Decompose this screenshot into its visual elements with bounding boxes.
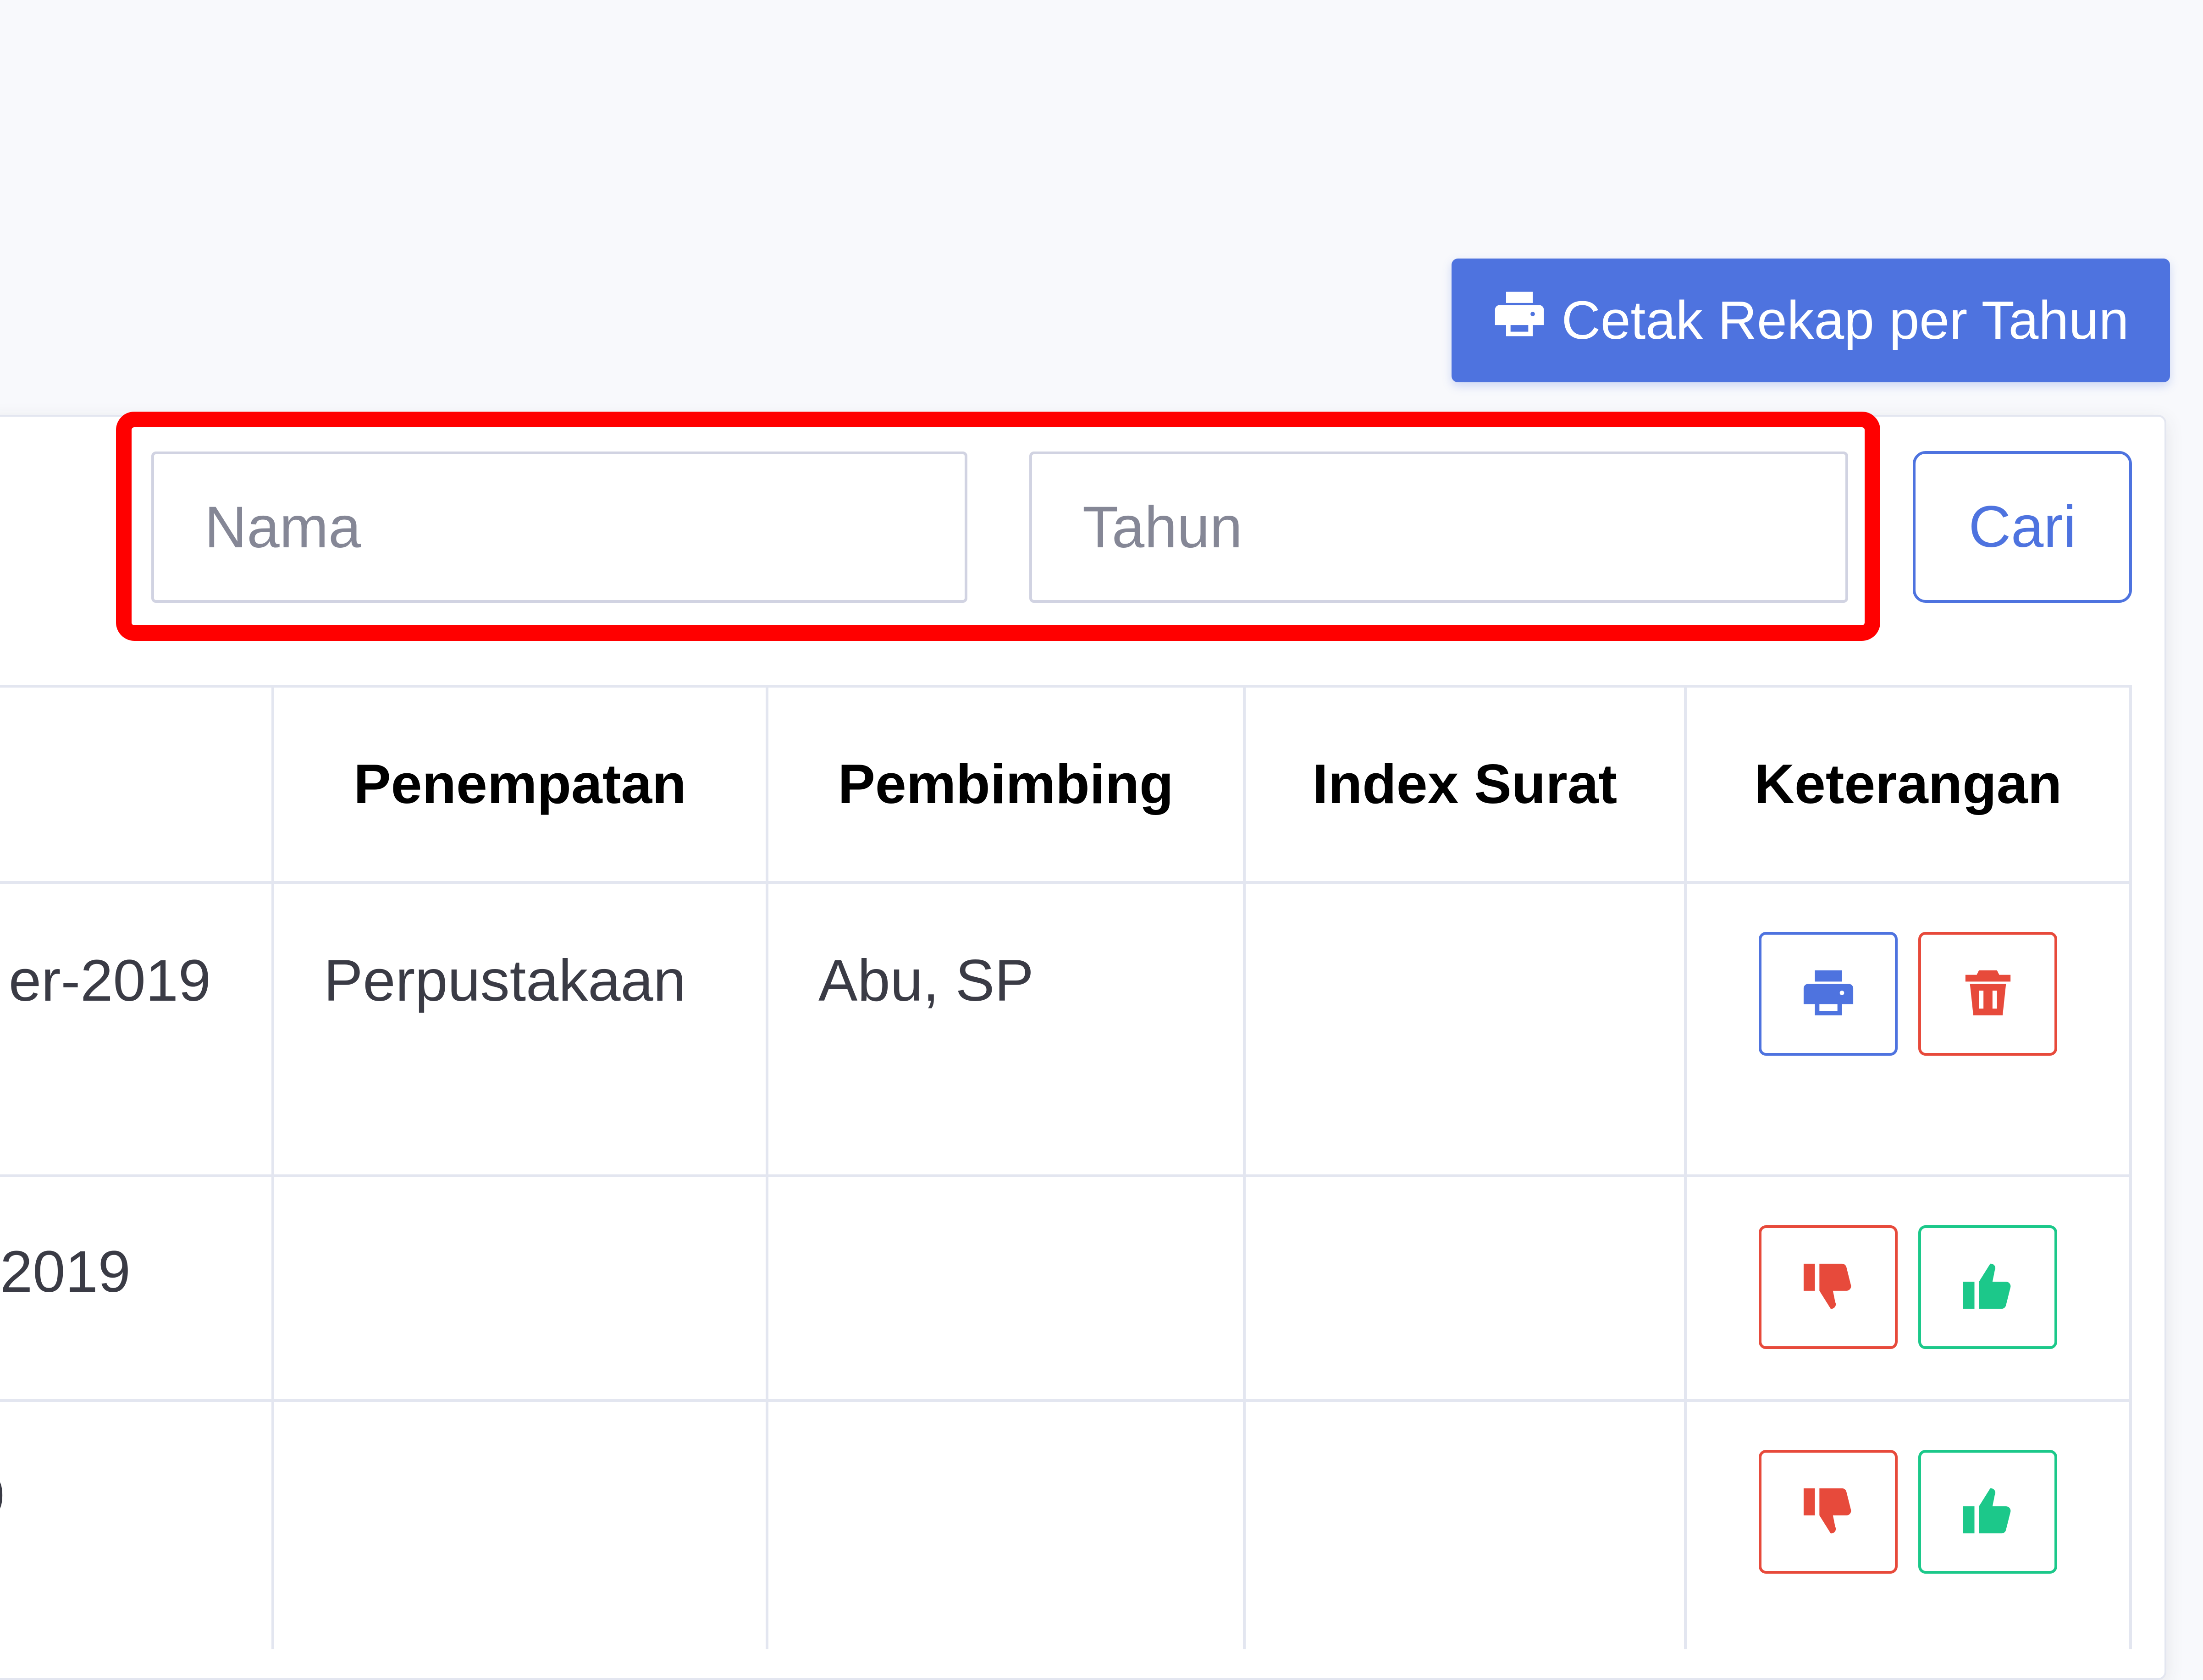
table-cell-date: 9	[0, 1462, 9, 1531]
search-button-label: Cari	[1968, 494, 2076, 560]
row-divider	[0, 1399, 2132, 1402]
print-row-button[interactable]	[1759, 932, 1898, 1056]
print-icon	[1801, 966, 1855, 1022]
thumbs-down-icon	[1801, 1259, 1855, 1316]
table-cell-date: 2019	[0, 1239, 131, 1305]
table-cell-date: er-2019	[8, 948, 211, 1014]
print-recap-label: Cetak Rekap per Tahun	[1561, 290, 2129, 351]
reject-button[interactable]	[1759, 1225, 1898, 1349]
column-header-pembimbing: Pembimbing	[838, 752, 1174, 815]
trash-icon	[1961, 966, 2015, 1022]
row-divider	[0, 1174, 2132, 1177]
delete-row-button[interactable]	[1918, 932, 2057, 1056]
name-search-input[interactable]	[151, 452, 967, 603]
approve-button[interactable]	[1918, 1450, 2057, 1574]
print-recap-button[interactable]: Cetak Rekap per Tahun	[1452, 259, 2170, 382]
column-header-keterangan: Keterangan	[1754, 752, 2062, 815]
printer-icon	[1493, 287, 1546, 353]
column-header-penempatan: Penempatan	[353, 752, 686, 815]
table-header-divider	[0, 881, 2132, 884]
column-divider	[2129, 685, 2132, 1649]
search-button[interactable]: Cari	[1913, 451, 2132, 603]
thumbs-up-icon	[1961, 1484, 2015, 1540]
year-search-input[interactable]	[1029, 452, 1848, 603]
thumbs-down-icon	[1801, 1484, 1855, 1540]
table-cell-penempatan: Perpustakaan	[324, 948, 686, 1014]
table-cell-pembimbing: Abu, SP	[818, 948, 1034, 1014]
column-header-index-surat: Index Surat	[1312, 752, 1618, 815]
reject-button[interactable]	[1759, 1450, 1898, 1574]
approve-button[interactable]	[1918, 1225, 2057, 1349]
thumbs-up-icon	[1961, 1259, 2015, 1316]
